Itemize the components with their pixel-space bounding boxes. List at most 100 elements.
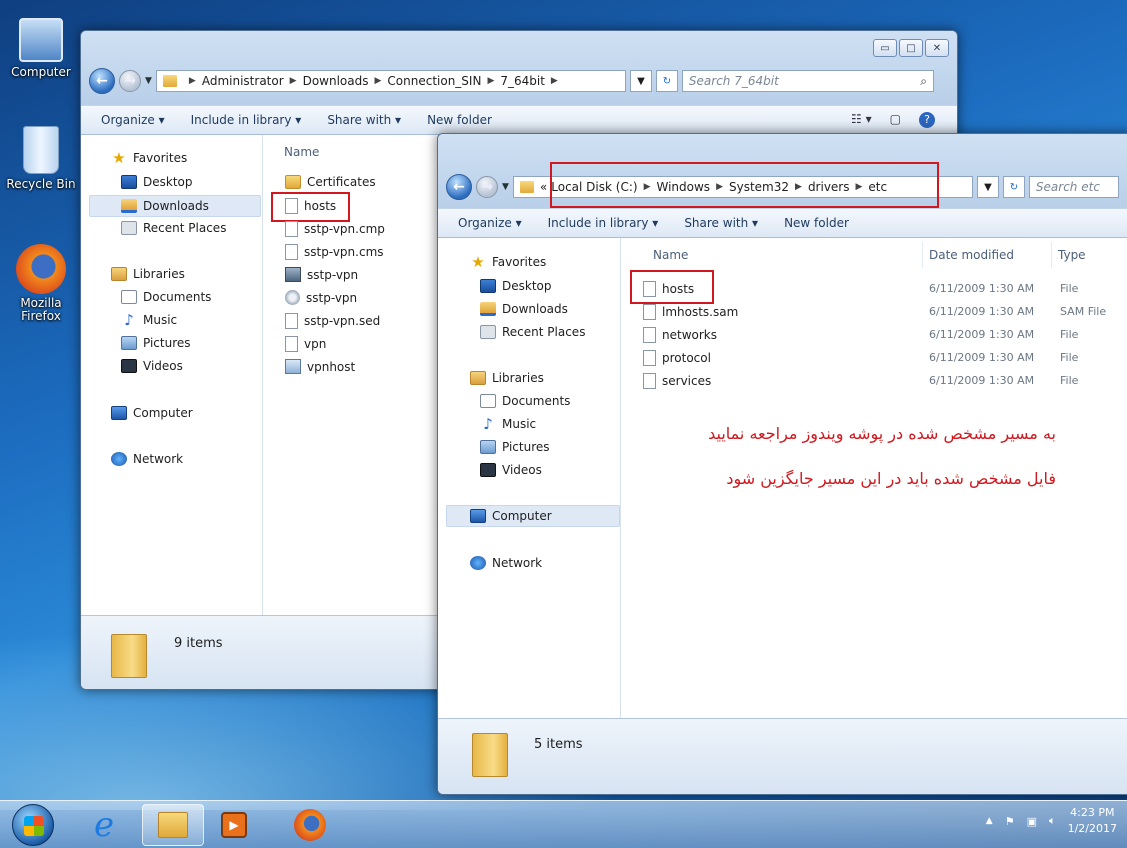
organize-menu[interactable]: Organize ▾ <box>101 113 165 127</box>
nav-desktop[interactable]: Desktop <box>121 175 193 189</box>
desktop-icon-firefox[interactable]: Mozilla Firefox <box>0 244 82 323</box>
breadcrumb-item[interactable]: 7_64bit <box>500 74 545 88</box>
refresh-button[interactable]: ↻ <box>1002 176 1025 198</box>
file-row[interactable]: lmhosts.sam <box>643 304 738 320</box>
nav-label: Libraries <box>133 267 185 281</box>
minimize-button[interactable]: ▭ <box>873 39 897 57</box>
search-input[interactable]: Search 7_64bit ⌕ <box>681 70 934 92</box>
nav-favorites[interactable]: ★ Favorites <box>111 151 187 166</box>
nav-videos[interactable]: Videos <box>480 463 542 477</box>
file-row[interactable]: protocol <box>643 350 711 366</box>
show-hidden-icons-icon[interactable]: ▲ <box>986 816 993 826</box>
nav-computer[interactable]: Computer <box>446 505 620 527</box>
file-row[interactable]: services <box>643 373 711 389</box>
nav-desktop[interactable]: Desktop <box>480 279 552 293</box>
desktop-icon-recycle-bin[interactable]: Recycle Bin <box>0 126 82 191</box>
new-folder-button[interactable]: New folder <box>427 113 492 127</box>
file-icon <box>643 304 656 320</box>
column-header-name[interactable]: Name <box>653 248 688 262</box>
file-item[interactable]: sstp-vpn <box>285 267 358 282</box>
nav-computer[interactable]: Computer <box>111 406 193 420</box>
share-with-menu[interactable]: Share with ▾ <box>327 113 401 127</box>
taskbar-internet-explorer[interactable]: e <box>76 804 132 846</box>
back-button[interactable]: ← <box>89 68 115 94</box>
nav-videos[interactable]: Videos <box>121 359 183 373</box>
nav-label: Desktop <box>502 279 552 293</box>
nav-libraries[interactable]: Libraries <box>470 371 544 385</box>
new-folder-button[interactable]: New folder <box>784 216 849 230</box>
include-in-library-menu[interactable]: Include in library ▾ <box>191 113 302 127</box>
breadcrumb-item[interactable]: Administrator <box>202 74 284 88</box>
maximize-button[interactable]: □ <box>899 39 923 57</box>
taskbar-windows-explorer[interactable] <box>142 804 204 846</box>
file-date: 6/11/2009 1:30 AM <box>929 328 1035 341</box>
clock[interactable]: 4:23 PM 1/2/2017 <box>1068 805 1117 837</box>
nav-recent-places[interactable]: Recent Places <box>480 325 585 339</box>
column-header-type[interactable]: Type <box>1058 248 1086 262</box>
organize-menu[interactable]: Organize ▾ <box>458 216 522 230</box>
search-input[interactable]: Search etc <box>1028 176 1119 198</box>
file-name: vpn <box>304 337 327 351</box>
annotation-text-1: به مسیر مشخص شده در پوشه ویندوز مراجعه ن… <box>708 424 1056 443</box>
forward-button[interactable]: → <box>119 70 141 92</box>
close-button[interactable]: ✕ <box>925 39 949 57</box>
nav-documents[interactable]: Documents <box>480 394 570 408</box>
nav-pictures[interactable]: Pictures <box>480 440 550 454</box>
taskbar-media-player[interactable]: ▶ <box>206 804 262 846</box>
help-icon[interactable]: ? <box>919 112 935 128</box>
address-dropdown-button[interactable]: ▼ <box>976 176 999 198</box>
column-header-name[interactable]: Name <box>284 145 319 159</box>
file-icon <box>285 313 298 329</box>
nav-recent-places[interactable]: Recent Places <box>121 221 226 235</box>
breadcrumb-item[interactable]: Connection_SIN <box>387 74 481 88</box>
file-item[interactable]: sstp-vpn <box>285 290 357 305</box>
overflow-chevron-icon[interactable]: « <box>540 180 547 194</box>
action-center-flag-icon[interactable]: ⚑ <box>1005 815 1015 828</box>
back-button[interactable]: ← <box>446 174 472 200</box>
volume-icon[interactable]: 🔈︎ <box>1049 814 1056 828</box>
breadcrumb-item[interactable]: Downloads <box>303 74 369 88</box>
taskbar-firefox[interactable] <box>282 804 338 846</box>
view-options-icon[interactable]: ☷ ▾ <box>851 112 872 128</box>
videos-icon <box>121 359 137 373</box>
recent-pages-dropdown[interactable]: ▼ <box>145 76 152 86</box>
column-divider <box>1051 242 1052 268</box>
address-bar[interactable]: ▶ Administrator ▶ Downloads ▶ Connection… <box>155 70 626 92</box>
share-with-menu[interactable]: Share with ▾ <box>684 216 758 230</box>
nav-music[interactable]: ♪ Music <box>121 313 177 328</box>
nav-label: Computer <box>133 406 193 420</box>
nav-pictures[interactable]: Pictures <box>121 336 191 350</box>
include-in-library-menu[interactable]: Include in library ▾ <box>548 216 659 230</box>
nav-downloads[interactable]: Downloads <box>89 195 261 217</box>
address-dropdown-button[interactable]: ▼ <box>629 70 652 92</box>
preview-pane-icon[interactable]: ▢ <box>890 112 901 128</box>
file-item[interactable]: sstp-vpn.cmp <box>285 221 385 237</box>
file-item[interactable]: sstp-vpn.sed <box>285 313 380 329</box>
network-status-icon[interactable]: ▣ <box>1027 815 1037 828</box>
nav-network[interactable]: Network <box>470 556 542 570</box>
nav-libraries[interactable]: Libraries <box>111 267 185 281</box>
refresh-button[interactable]: ↻ <box>655 70 678 92</box>
navigation-bar: ← → ▼ ▶ Administrator ▶ Downloads ▶ Conn… <box>89 68 949 94</box>
file-item[interactable]: Certificates <box>285 175 376 189</box>
forward-button[interactable]: → <box>476 176 498 198</box>
file-row[interactable]: networks <box>643 327 717 343</box>
desktop-icon-label: Mozilla Firefox <box>20 296 62 323</box>
file-item[interactable]: vpnhost <box>285 359 355 374</box>
recent-pages-dropdown[interactable]: ▼ <box>502 182 509 192</box>
desktop-icon <box>480 279 496 293</box>
desktop-icon-computer[interactable]: Computer <box>0 18 82 79</box>
nav-label: Documents <box>143 290 212 304</box>
navigation-pane: ★ Favorites Desktop Downloads Recent Plac… <box>81 135 263 615</box>
nav-music[interactable]: ♪ Music <box>480 417 536 432</box>
settings-file-icon <box>285 290 300 305</box>
file-item[interactable]: vpn <box>285 336 326 352</box>
file-item[interactable]: sstp-vpn.cms <box>285 244 384 260</box>
nav-network[interactable]: Network <box>111 452 183 466</box>
nav-documents[interactable]: Documents <box>121 290 211 304</box>
nav-downloads[interactable]: Downloads <box>480 302 568 316</box>
column-header-date[interactable]: Date modified <box>929 248 1014 262</box>
start-button[interactable] <box>12 804 54 846</box>
file-date: 6/11/2009 1:30 AM <box>929 374 1035 387</box>
nav-favorites[interactable]: ★ Favorites <box>470 255 546 270</box>
